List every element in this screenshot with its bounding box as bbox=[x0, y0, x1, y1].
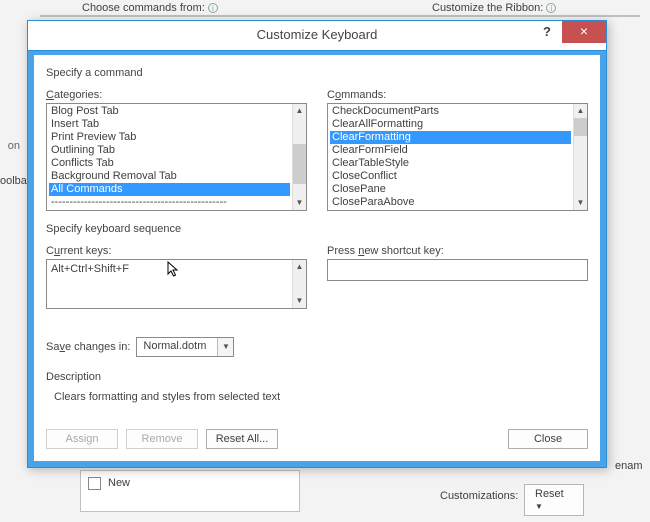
categories-listbox[interactable]: Blog Post TabInsert TabPrint Preview Tab… bbox=[46, 103, 307, 211]
command-item[interactable]: ClearTableStyle bbox=[330, 157, 571, 170]
description-text: Clears formatting and styles from select… bbox=[54, 391, 588, 403]
dialog-body: Specify a command Categories: Blog Post … bbox=[28, 51, 606, 467]
press-new-key-label: Press new shortcut key: bbox=[327, 245, 588, 257]
new-shortcut-input[interactable] bbox=[327, 259, 588, 281]
save-changes-label: Save changes in: bbox=[46, 341, 130, 353]
scroll-down-icon[interactable]: ▼ bbox=[293, 294, 306, 308]
scroll-down-icon[interactable]: ▼ bbox=[293, 196, 306, 210]
bg-fragment-enam: enam bbox=[615, 460, 643, 472]
category-item[interactable]: Print Preview Tab bbox=[49, 131, 290, 144]
specify-sequence-label: Specify keyboard sequence bbox=[46, 223, 588, 235]
help-button[interactable]: ? bbox=[532, 21, 562, 43]
bg-customizations-label: Customizations: bbox=[440, 490, 518, 502]
bg-new-label: New bbox=[108, 477, 130, 489]
category-item[interactable]: ----------------------------------------… bbox=[49, 196, 290, 209]
titlebar: Customize Keyboard ? × bbox=[28, 21, 606, 51]
current-keys-listbox[interactable]: Alt+Ctrl+Shift+F ▲ ▼ bbox=[46, 259, 307, 309]
category-item[interactable]: Conflicts Tab bbox=[49, 157, 290, 170]
command-item[interactable]: CheckDocumentParts bbox=[330, 105, 571, 118]
scrollbar[interactable]: ▲ ▼ bbox=[292, 260, 306, 308]
category-item[interactable]: Background Removal Tab bbox=[49, 170, 290, 183]
close-icon[interactable]: × bbox=[562, 21, 606, 43]
bg-fragment-oolba: oolba bbox=[0, 175, 27, 187]
category-item[interactable]: Outlining Tab bbox=[49, 144, 290, 157]
scroll-up-icon[interactable]: ▲ bbox=[293, 104, 306, 118]
bg-reset-button[interactable]: Reset ▼ bbox=[524, 484, 584, 516]
command-item[interactable]: CloseParaAbove bbox=[330, 196, 571, 209]
bg-divider bbox=[40, 15, 640, 17]
info-icon: i bbox=[546, 3, 556, 13]
close-button[interactable]: Close bbox=[508, 429, 588, 449]
bg-customize-ribbon-label: Customize the Ribbon:i bbox=[432, 2, 556, 14]
scroll-up-icon[interactable]: ▲ bbox=[293, 260, 306, 274]
category-item[interactable]: All Commands bbox=[49, 183, 290, 196]
command-item[interactable]: CloseConflict bbox=[330, 170, 571, 183]
command-item[interactable]: ClearAllFormatting bbox=[330, 118, 571, 131]
scrollbar[interactable]: ▲ ▼ bbox=[573, 104, 587, 210]
bg-checkbox[interactable] bbox=[88, 477, 101, 490]
save-changes-value: Normal.dotm bbox=[137, 338, 217, 356]
bg-choose-commands-label: Choose commands from:i bbox=[82, 2, 218, 14]
reset-all-button[interactable]: Reset All... bbox=[206, 429, 278, 449]
customize-keyboard-dialog: Customize Keyboard ? × Specify a command… bbox=[27, 20, 607, 468]
current-keys-value: Alt+Ctrl+Shift+F bbox=[47, 260, 306, 278]
categories-label: Categories: bbox=[46, 89, 307, 101]
category-item[interactable]: Blog Post Tab bbox=[49, 105, 290, 118]
command-item[interactable]: ClosePane bbox=[330, 183, 571, 196]
scroll-down-icon[interactable]: ▼ bbox=[574, 196, 587, 210]
description-label: Description bbox=[46, 371, 588, 383]
scroll-thumb[interactable] bbox=[574, 118, 587, 136]
commands-label: Commands: bbox=[327, 89, 588, 101]
assign-button[interactable]: Assign bbox=[46, 429, 118, 449]
bg-fragment-on: on bbox=[0, 140, 20, 152]
current-keys-label: Current keys: bbox=[46, 245, 307, 257]
dialog-title: Customize Keyboard bbox=[28, 27, 606, 42]
scroll-up-icon[interactable]: ▲ bbox=[574, 104, 587, 118]
scroll-thumb[interactable] bbox=[293, 144, 306, 184]
commands-listbox[interactable]: CheckDocumentPartsClearAllFormattingClea… bbox=[327, 103, 588, 211]
chevron-down-icon[interactable]: ▼ bbox=[217, 338, 233, 356]
specify-command-label: Specify a command bbox=[46, 67, 588, 79]
remove-button[interactable]: Remove bbox=[126, 429, 198, 449]
command-item[interactable]: ClearFormatting bbox=[330, 131, 571, 144]
category-item[interactable]: Insert Tab bbox=[49, 118, 290, 131]
scrollbar[interactable]: ▲ ▼ bbox=[292, 104, 306, 210]
command-item[interactable]: ClearFormField bbox=[330, 144, 571, 157]
save-changes-combo[interactable]: Normal.dotm ▼ bbox=[136, 337, 234, 357]
info-icon: i bbox=[208, 3, 218, 13]
